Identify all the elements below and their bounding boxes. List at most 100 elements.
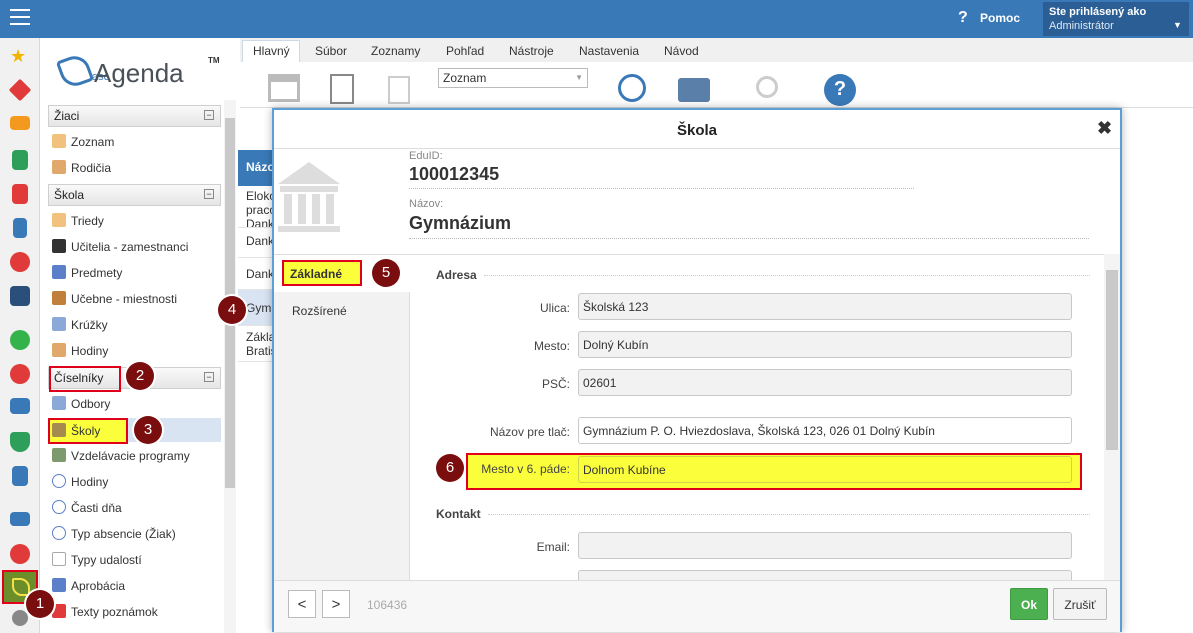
next-record-button[interactable]: > <box>322 590 350 618</box>
city-input[interactable]: Dolný Kubín <box>578 331 1072 358</box>
city-label: Mesto: <box>533 339 570 353</box>
user-name: Administrátor <box>1049 20 1114 32</box>
previous-record-button[interactable]: < <box>288 590 316 618</box>
next-input-partial[interactable] <box>578 570 1072 580</box>
nav-item-classes[interactable]: Triedy <box>52 209 104 231</box>
nav-item-note-texts[interactable]: Texty poznámok <box>52 600 158 622</box>
help-icon[interactable]: ? <box>824 74 856 106</box>
nav-item-label: Typ absencie (Žiak) <box>71 527 176 541</box>
hamburger-menu-icon[interactable] <box>10 9 30 27</box>
nav-item-label: Triedy <box>71 214 104 228</box>
open-book-icon[interactable] <box>10 512 30 526</box>
list-row[interactable]: Elokované pracovisko Dank <box>238 186 274 228</box>
collapse-icon[interactable]: − <box>204 189 214 199</box>
tab-basic[interactable]: Základné <box>282 260 362 286</box>
callout-2: 2 <box>126 362 154 390</box>
nav-item-clubs[interactable]: Krúžky <box>52 313 108 335</box>
nav-item-absence-types[interactable]: Typ absencie (Žiak) <box>52 522 176 544</box>
zip-label: PSČ: <box>541 377 570 391</box>
section-title: Škola <box>54 188 85 202</box>
collapse-icon[interactable]: − <box>204 110 214 120</box>
tab-tools[interactable]: Nástroje <box>509 44 554 58</box>
callout-4: 4 <box>218 296 246 324</box>
calendar-icon <box>52 552 66 566</box>
chat-icon[interactable] <box>10 544 30 564</box>
search-icon[interactable] <box>618 74 646 102</box>
list-row[interactable]: Základná Bratis <box>238 326 274 362</box>
nav-item-classrooms[interactable]: Učebne - miestnosti <box>52 287 177 309</box>
nav-item-fields[interactable]: Odbory <box>52 392 110 414</box>
tab-main[interactable]: Hlavný <box>253 44 290 58</box>
check-icon[interactable] <box>10 330 30 350</box>
divider <box>409 238 1089 239</box>
close-icon[interactable]: ✖ <box>1097 118 1112 139</box>
door-icon <box>52 291 66 305</box>
nav-item-school-hours[interactable]: Hodiny <box>52 339 108 361</box>
help-icon[interactable]: ? <box>958 9 968 27</box>
section-header-school[interactable]: Škola − <box>48 184 221 206</box>
nav-item-student-list[interactable]: Zoznam <box>52 130 114 152</box>
nav-item-label: Učitelia - zamestnanci <box>71 240 189 254</box>
nav-item-subjects[interactable]: Predmety <box>52 261 122 283</box>
tab-view[interactable]: Pohľad <box>446 44 484 58</box>
tab-extended[interactable]: Rozšírené <box>292 304 347 318</box>
home-icon[interactable] <box>12 150 28 170</box>
cancel-button[interactable]: Zrušiť <box>1053 588 1107 620</box>
shield-icon[interactable] <box>10 432 30 452</box>
gear-icon[interactable] <box>12 610 28 626</box>
nav-item-schools[interactable]: Školy <box>52 419 100 441</box>
print-icon[interactable] <box>678 78 710 102</box>
ok-button[interactable]: Ok <box>1010 588 1048 620</box>
clock-icon <box>52 500 66 514</box>
chart-icon[interactable] <box>12 466 28 486</box>
section-header-students[interactable]: Žiaci − <box>48 105 221 127</box>
collapse-icon[interactable]: − <box>204 372 214 382</box>
city-locative-input[interactable]: Dolnom Kubíne <box>578 456 1072 483</box>
tab-lists[interactable]: Zoznamy <box>371 44 420 58</box>
view-select[interactable]: Zoznam ▼ <box>438 68 588 88</box>
key-icon[interactable] <box>756 76 778 98</box>
school-icon[interactable] <box>268 74 300 102</box>
print-name-label: Názov pre tlač: <box>489 425 570 439</box>
hours-icon <box>52 343 66 357</box>
calendar-icon[interactable] <box>10 286 30 306</box>
timetable-icon[interactable] <box>12 184 28 204</box>
book-icon[interactable] <box>13 218 27 238</box>
nav-item-lesson-hours[interactable]: Hodiny <box>52 470 108 492</box>
contact-section-title: Kontakt <box>436 507 481 521</box>
tab-guide[interactable]: Návod <box>664 44 699 58</box>
nav-item-teachers[interactable]: Učitelia - zamestnanci <box>52 235 188 257</box>
nav-item-programs[interactable]: Vzdelávacie programy <box>52 444 190 466</box>
form-scrollbar-thumb[interactable] <box>1106 270 1118 450</box>
mail-icon[interactable] <box>10 116 30 130</box>
list-header-name[interactable]: Názov <box>238 150 281 186</box>
nav-item-event-types[interactable]: Typy udalostí <box>52 548 142 570</box>
address-section-title: Adresa <box>436 268 477 282</box>
name-label: Názov: <box>409 198 444 210</box>
callout-1: 1 <box>26 590 54 618</box>
nav-item-label: Texty poznámok <box>71 605 158 619</box>
delete-document-icon[interactable] <box>388 76 410 104</box>
user-icon[interactable] <box>10 252 30 272</box>
nav-item-day-parts[interactable]: Časti dňa <box>52 496 122 518</box>
nav-item-parents[interactable]: Rodičia <box>52 156 111 178</box>
briefcase-icon[interactable] <box>10 398 30 414</box>
user-menu[interactable]: Ste prihlásený ako Administrátor ▼ <box>1043 2 1189 36</box>
grade-icon[interactable] <box>10 364 30 384</box>
callout-3: 3 <box>134 416 162 444</box>
street-input[interactable]: Školská 123 <box>578 293 1072 320</box>
nav-item-label: Krúžky <box>71 318 108 332</box>
help-link[interactable]: Pomoc <box>980 11 1020 25</box>
list-row[interactable]: Dank <box>238 258 274 290</box>
eduid-label: EduID: <box>409 150 443 162</box>
tab-settings[interactable]: Nastavenia <box>579 44 639 58</box>
zip-input[interactable]: 02601 <box>578 369 1072 396</box>
tab-file[interactable]: Súbor <box>315 44 347 58</box>
print-name-input[interactable]: Gymnázium P. O. Hviezdoslava, Školská 12… <box>578 417 1072 444</box>
list-row[interactable]: Dank <box>238 228 274 258</box>
star-icon[interactable]: ★ <box>10 46 30 66</box>
new-document-icon[interactable] <box>330 74 354 104</box>
nav-item-approbation[interactable]: Aprobácia <box>52 574 125 596</box>
pen-icon <box>12 578 30 596</box>
email-input[interactable] <box>578 532 1072 559</box>
